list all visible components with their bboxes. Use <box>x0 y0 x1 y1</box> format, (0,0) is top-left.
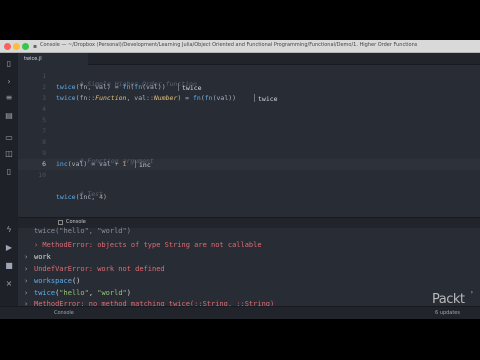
list-icon[interactable]: ≡ <box>4 93 14 103</box>
code-token: (fn:: <box>75 94 96 102</box>
code-token: twice <box>34 289 56 297</box>
code-token: ) = <box>177 94 194 102</box>
line-number: 6 <box>42 160 46 168</box>
prompt-chevron-icon: › <box>24 277 29 285</box>
close-icon[interactable]: × <box>4 279 14 289</box>
code-token: , val:: <box>126 94 154 102</box>
bolt-icon[interactable]: ϟ <box>4 225 14 235</box>
prompt-chevron-icon: › <box>24 265 29 273</box>
prompt-chevron-icon: › <box>24 253 29 261</box>
close-window-button[interactable] <box>4 43 11 50</box>
inline-result-text: twice <box>182 84 202 92</box>
code-token: (inc, <box>75 193 100 201</box>
code-token: twice <box>56 83 76 91</box>
line-number: 8 <box>42 138 46 146</box>
code-token: Function <box>95 94 127 102</box>
code-editor: twice.jl 1 2 3 4 5 6 7 8 9 10 # Simple H… <box>18 53 480 215</box>
window-title: Console — ~/Dropbox (Personal)/Developme… <box>40 42 418 48</box>
code-token: workspace <box>34 277 72 285</box>
console-error: UndefVarError: work not defined <box>34 265 165 273</box>
console-sidebar: ϟ ▶ ■ × <box>0 217 18 306</box>
inline-result[interactable]: twice <box>178 83 202 92</box>
prompt-chevron-icon: › <box>24 289 29 297</box>
code-token: (val)) <box>142 83 166 91</box>
minimize-window-button[interactable] <box>13 43 20 50</box>
code-token: fn <box>193 94 201 102</box>
tab-twice-jl[interactable]: twice.jl <box>18 53 88 65</box>
terminal-icon[interactable]: ▭ <box>4 133 14 143</box>
console-error[interactable]: › MethodError: objects of type String ar… <box>34 241 262 249</box>
document-icon: ▪ <box>33 43 38 50</box>
code-token: () <box>71 277 81 285</box>
book-icon[interactable]: ▤ <box>4 111 14 121</box>
code-token: inc <box>56 160 68 168</box>
code-token: twice <box>56 193 76 201</box>
play-icon[interactable]: ▶ <box>4 243 14 253</box>
status-bar: Console 6 updates <box>0 306 480 319</box>
console-line: twice("hello", "world") <box>34 227 131 235</box>
code-token: ) <box>126 289 131 297</box>
console-input: workspace() <box>34 277 80 285</box>
code-token: twice <box>56 94 76 102</box>
line-number: 4 <box>42 105 46 113</box>
line-number: 7 <box>42 127 46 135</box>
editor-tab-bar: twice.jl <box>18 53 480 65</box>
console-input: twice("hello", "world") <box>34 289 131 297</box>
code-line-9[interactable]: twice(inc, 4) <box>56 193 107 201</box>
inline-result[interactable]: inc <box>135 160 151 169</box>
code-token: (val)) <box>212 94 237 102</box>
code-token: "hello" <box>59 289 89 297</box>
line-number: 2 <box>42 83 46 91</box>
packt-logo-mark-icon: › <box>470 289 474 296</box>
inline-result-text: inc <box>139 161 151 169</box>
code-token: , <box>88 289 98 297</box>
inline-result[interactable]: twice <box>254 94 278 103</box>
code-token: fn <box>204 94 213 102</box>
console-title: Console <box>66 219 86 225</box>
line-number: 3 <box>42 94 46 102</box>
status-updates-label[interactable]: 6 updates <box>435 310 460 316</box>
plots-icon[interactable]: ◫ <box>4 149 14 159</box>
line-number: 9 <box>42 149 46 157</box>
repl-console[interactable]: Console twice("hello", "world") › Method… <box>18 217 480 308</box>
document-icon[interactable]: ▯ <box>4 167 14 177</box>
console-icon <box>58 220 63 225</box>
code-token: 1 <box>122 160 127 168</box>
code-token: ) <box>102 193 107 201</box>
maximize-window-button[interactable] <box>22 43 29 50</box>
code-token: Number <box>153 94 178 102</box>
inline-result-text: twice <box>258 95 278 103</box>
status-console-label[interactable]: Console <box>54 310 74 316</box>
title-bar: ▪ Console — ~/Dropbox (Personal)/Develop… <box>0 40 480 53</box>
application-window: ▪ Console — ~/Dropbox (Personal)/Develop… <box>0 40 480 319</box>
packt-logo: Packt <box>432 292 465 307</box>
code-token: "world" <box>97 289 127 297</box>
stop-icon[interactable]: ■ <box>4 261 14 271</box>
code-token: (fn, val) = <box>75 83 123 91</box>
code-line-6[interactable]: inc(val) = val + 1 <box>56 160 126 168</box>
code-line-3[interactable]: twice(fn::Function, val::Number) = fn(fn… <box>56 94 236 102</box>
line-number: 1 <box>42 72 46 80</box>
line-number: 10 <box>38 171 46 179</box>
console-input: work <box>34 253 51 261</box>
line-number: 5 <box>42 116 46 124</box>
chevron-right-icon[interactable]: › <box>4 77 14 87</box>
file-icon[interactable]: ▯ <box>4 59 14 69</box>
code-token: fn <box>134 83 143 91</box>
code-line-2[interactable]: twice(fn, val) = fn(fn(val)) <box>56 83 166 91</box>
code-token: (val) = val + <box>67 160 123 168</box>
